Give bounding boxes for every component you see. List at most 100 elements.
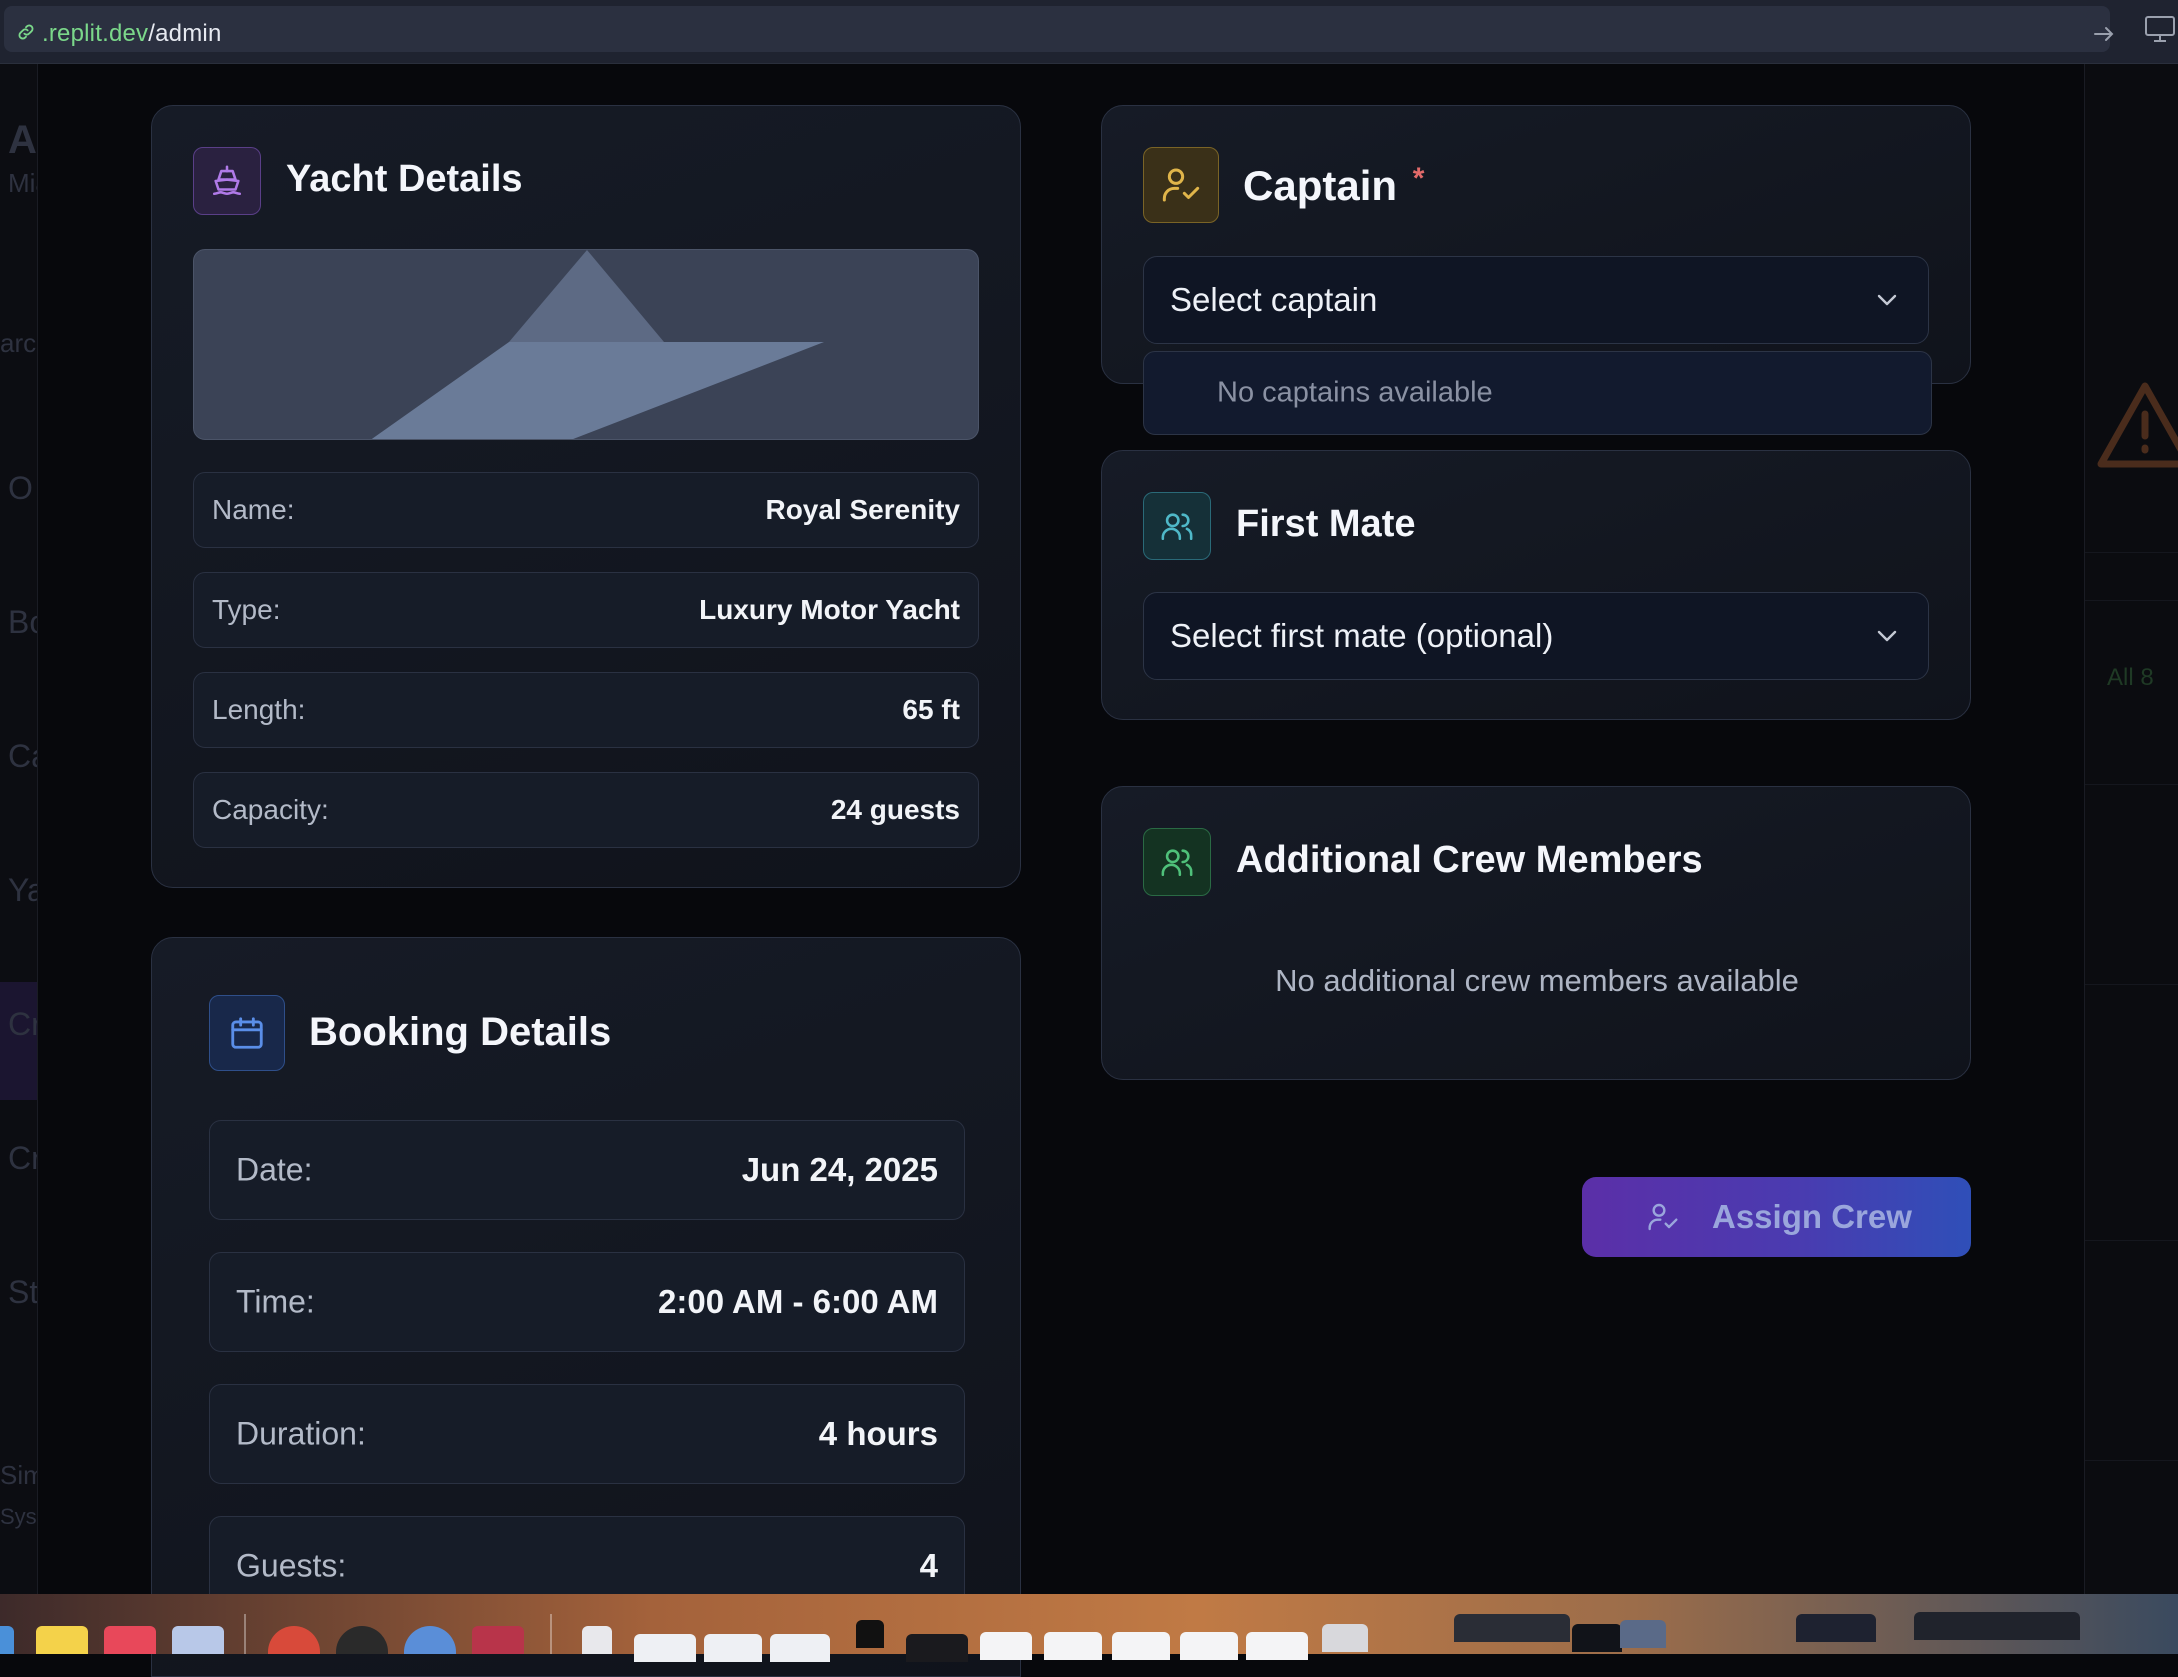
booking-details-title: Booking Details [309, 1010, 612, 1054]
background-text: arch [0, 328, 37, 358]
background-text: O [8, 470, 33, 506]
field-value: 2:00 AM - 6:00 AM [658, 1283, 938, 1320]
ship-icon [212, 165, 242, 196]
yacht-name-row: Name: Royal Serenity [193, 472, 979, 548]
background-divider [2085, 552, 2178, 553]
background-text: Ca [8, 738, 37, 774]
dock-file-icon[interactable] [906, 1634, 968, 1662]
field-label: Type: [212, 594, 281, 625]
captain-select[interactable]: Select captain [1143, 256, 1929, 344]
yacht-image-placeholder [193, 249, 979, 440]
dock-app-icon[interactable] [0, 1626, 14, 1654]
dock-window-thumbnail[interactable] [1620, 1620, 1666, 1648]
warning-icon [2097, 382, 2178, 468]
arrow-right-icon[interactable] [2092, 24, 2116, 44]
background-sidebar: Ac Mia arch O Bo Ca Ya Cr Cr St Sim Sys [0, 64, 38, 1594]
image-placeholder-icon [371, 250, 824, 439]
first-mate-select[interactable]: Select first mate (optional) [1143, 592, 1929, 680]
background-text: Sys [0, 1504, 37, 1529]
dock-file-icon[interactable] [582, 1626, 612, 1654]
dock-app-icon[interactable] [472, 1626, 524, 1654]
background-divider [2085, 984, 2178, 985]
first-mate-card: First Mate Select first mate (optional) [1101, 450, 1971, 720]
background-text: Ac [8, 118, 37, 162]
dock-app-icon[interactable] [336, 1626, 388, 1654]
field-label: Capacity: [212, 794, 329, 825]
dock-file-icon[interactable] [634, 1634, 696, 1662]
dock-file-icon[interactable] [856, 1620, 884, 1648]
dock-file-icon[interactable] [770, 1634, 830, 1662]
os-dock [0, 1594, 2178, 1662]
background-divider [2085, 1240, 2178, 1241]
background-text: Cr [8, 1140, 37, 1176]
field-value: Jun 24, 2025 [741, 1151, 938, 1188]
chevron-down-icon [1877, 294, 1897, 306]
dock-file-icon[interactable] [1246, 1632, 1308, 1660]
assign-crew-button[interactable]: Assign Crew [1582, 1177, 1971, 1257]
field-label: Duration: [236, 1415, 366, 1452]
background-text: Ya [8, 872, 37, 908]
dock-file-icon[interactable] [704, 1634, 762, 1662]
first-mate-title: First Mate [1236, 503, 1416, 545]
field-value: 24 guests [830, 794, 960, 825]
yacht-details-card: Yacht Details Name: Royal Serenity Type:… [151, 105, 1021, 888]
required-marker: * [1412, 162, 1425, 195]
dock-file-icon[interactable] [980, 1632, 1032, 1660]
url-domain: .replit.dev [42, 20, 149, 47]
field-label: Length: [212, 694, 306, 725]
url-field[interactable]: .replit.dev/admin [4, 6, 2114, 52]
field-value: 4 hours [818, 1415, 938, 1452]
field-value: 65 ft [902, 694, 960, 725]
dock-window-thumbnail[interactable] [1454, 1614, 1570, 1642]
booking-date-row: Date: Jun 24, 2025 [209, 1120, 965, 1220]
field-label: Date: [236, 1151, 313, 1188]
background-text: Bo [8, 604, 37, 640]
users-icon [1161, 849, 1193, 877]
dock-separator [550, 1614, 552, 1654]
booking-time-row: Time: 2:00 AM - 6:00 AM [209, 1252, 965, 1352]
dock-file-icon[interactable] [1112, 1632, 1170, 1660]
yacht-capacity-row: Capacity: 24 guests [193, 772, 979, 848]
background-text: St [8, 1274, 38, 1310]
background-divider [2085, 600, 2178, 601]
url-text: .replit.dev/admin [42, 20, 222, 48]
user-check-icon [1648, 1203, 1678, 1231]
booking-details-card: Booking Details Date: Jun 24, 2025 Time:… [151, 937, 1021, 1677]
captain-title: Captain * [1243, 162, 1424, 210]
dock-file-icon[interactable] [1180, 1632, 1238, 1660]
field-value: Royal Serenity [765, 494, 960, 525]
background-text: Mia [8, 168, 37, 198]
monitor-icon[interactable] [2144, 14, 2176, 44]
crew-icon-box [1143, 828, 1211, 896]
background-divider [2085, 1460, 2178, 1461]
dock-app-icon[interactable] [404, 1626, 456, 1654]
field-value: Luxury Motor Yacht [699, 594, 960, 625]
dock-app-icon[interactable] [104, 1626, 156, 1654]
background-panel: All 8 [2084, 64, 2178, 1594]
dock-file-icon[interactable] [1044, 1632, 1102, 1660]
captain-title-text: Captain [1243, 162, 1398, 209]
dock-app-icon[interactable] [268, 1626, 320, 1654]
background-badge: All 8 [2107, 664, 2154, 691]
booking-icon-box [209, 995, 285, 1071]
field-label: Guests: [236, 1547, 347, 1584]
background-divider [2085, 784, 2178, 785]
assign-crew-label: Assign Crew [1712, 1198, 1912, 1235]
yacht-icon-box [193, 147, 261, 215]
dock-window-thumbnail[interactable] [1796, 1614, 1876, 1642]
user-check-icon [1162, 168, 1200, 202]
browser-address-bar: .replit.dev/admin [0, 0, 2178, 64]
yacht-details-title: Yacht Details [286, 158, 523, 200]
users-icon [1161, 513, 1193, 541]
captain-select-value: Select captain [1170, 281, 1378, 318]
dock-trash-icon[interactable] [1322, 1624, 1368, 1652]
additional-crew-title: Additional Crew Members [1236, 839, 1703, 881]
first-mate-select-value: Select first mate (optional) [1170, 617, 1554, 654]
dock-app-icon[interactable] [36, 1626, 88, 1654]
dock-window-thumbnail[interactable] [1914, 1612, 2080, 1640]
dock-window-thumbnail[interactable] [1572, 1624, 1622, 1652]
calendar-icon [231, 1017, 263, 1049]
captain-card: Captain * Select captain [1101, 105, 1971, 384]
dock-app-icon[interactable] [172, 1626, 224, 1654]
additional-crew-card: Additional Crew Members No additional cr… [1101, 786, 1971, 1080]
